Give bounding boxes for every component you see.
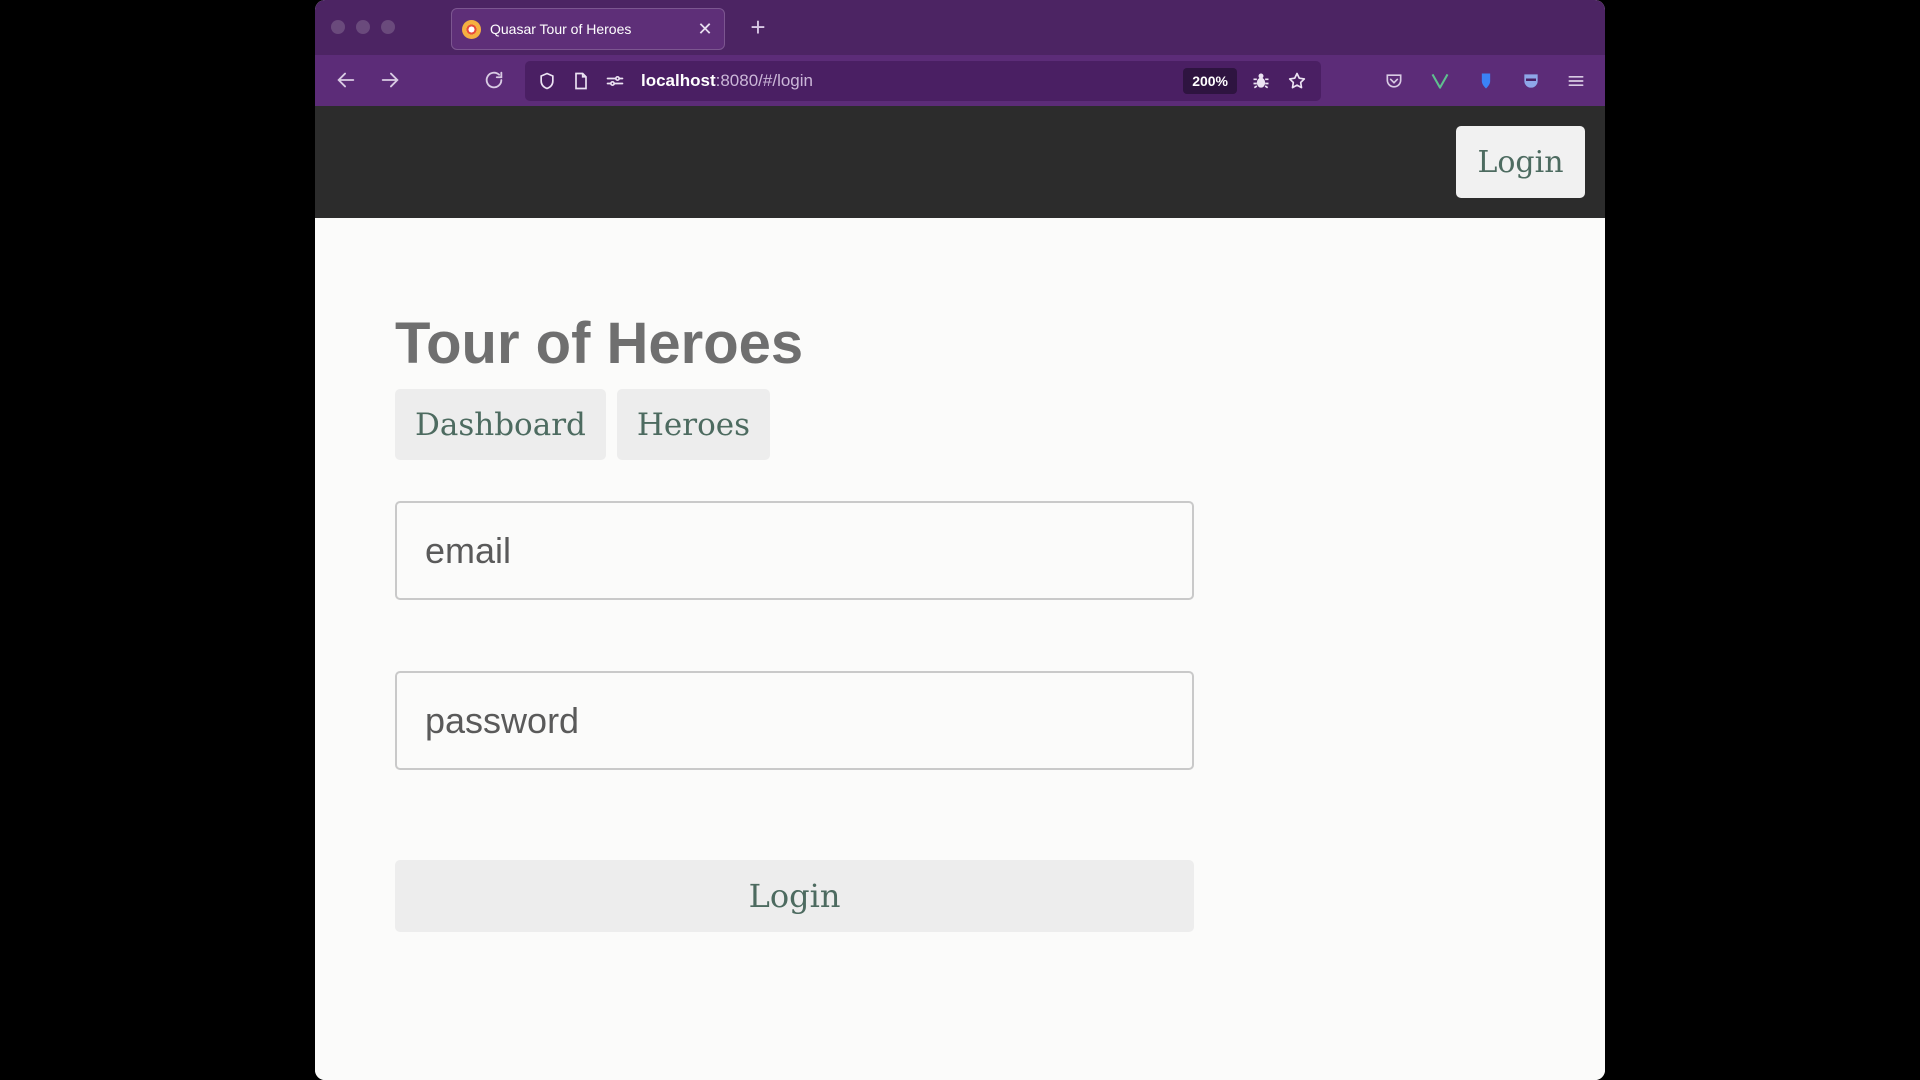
reload-icon[interactable] [481, 67, 507, 93]
close-window-dot[interactable] [331, 20, 345, 34]
bug-icon[interactable] [1249, 69, 1273, 93]
url-path: :8080/#/login [715, 71, 813, 90]
nav-link-dashboard[interactable]: Dashboard [395, 389, 606, 460]
new-tab-button[interactable]: + [743, 12, 773, 42]
maximize-window-dot[interactable] [381, 20, 395, 34]
password-field[interactable] [395, 671, 1194, 770]
page-title: Tour of Heroes [395, 311, 804, 376]
app-header: Login [315, 106, 1605, 218]
page-icon[interactable] [569, 69, 593, 93]
back-arrow-icon[interactable] [333, 67, 359, 93]
vue-devtools-icon[interactable] [1428, 69, 1452, 93]
pocket-icon[interactable] [1382, 69, 1406, 93]
address-bar[interactable]: localhost:8080/#/login 200% [525, 61, 1321, 101]
bitwarden-icon[interactable] [1474, 69, 1498, 93]
nav-link-heroes[interactable]: Heroes [616, 389, 770, 460]
url-text[interactable]: localhost:8080/#/login [641, 71, 1183, 91]
permissions-icon[interactable] [603, 69, 627, 93]
tab-title: Quasar Tour of Heroes [490, 21, 632, 37]
browser-window: Quasar Tour of Heroes ✕ + localhost:8080… [315, 0, 1605, 1080]
page-content: Login Tour of Heroes Dashboard Heroes Lo… [315, 106, 1605, 1080]
forward-arrow-icon[interactable] [377, 67, 403, 93]
url-host: localhost [641, 71, 716, 90]
login-submit-button[interactable]: Login [395, 860, 1194, 932]
minimize-window-dot[interactable] [356, 20, 370, 34]
main-nav: Dashboard Heroes [395, 389, 770, 460]
header-login-button[interactable]: Login [1456, 126, 1585, 198]
email-field[interactable] [395, 501, 1194, 600]
zoom-level-badge[interactable]: 200% [1183, 68, 1237, 94]
extension-icon[interactable] [1519, 69, 1543, 93]
shield-icon[interactable] [535, 69, 559, 93]
navigation-toolbar: localhost:8080/#/login 200% [315, 55, 1605, 106]
browser-tab[interactable]: Quasar Tour of Heroes ✕ [451, 8, 725, 50]
quasar-favicon-icon [462, 19, 481, 39]
close-tab-icon[interactable]: ✕ [696, 20, 714, 38]
hamburger-menu-icon[interactable] [1564, 69, 1588, 93]
bookmark-star-icon[interactable] [1285, 69, 1309, 93]
tab-strip: Quasar Tour of Heroes ✕ + [315, 0, 1605, 55]
